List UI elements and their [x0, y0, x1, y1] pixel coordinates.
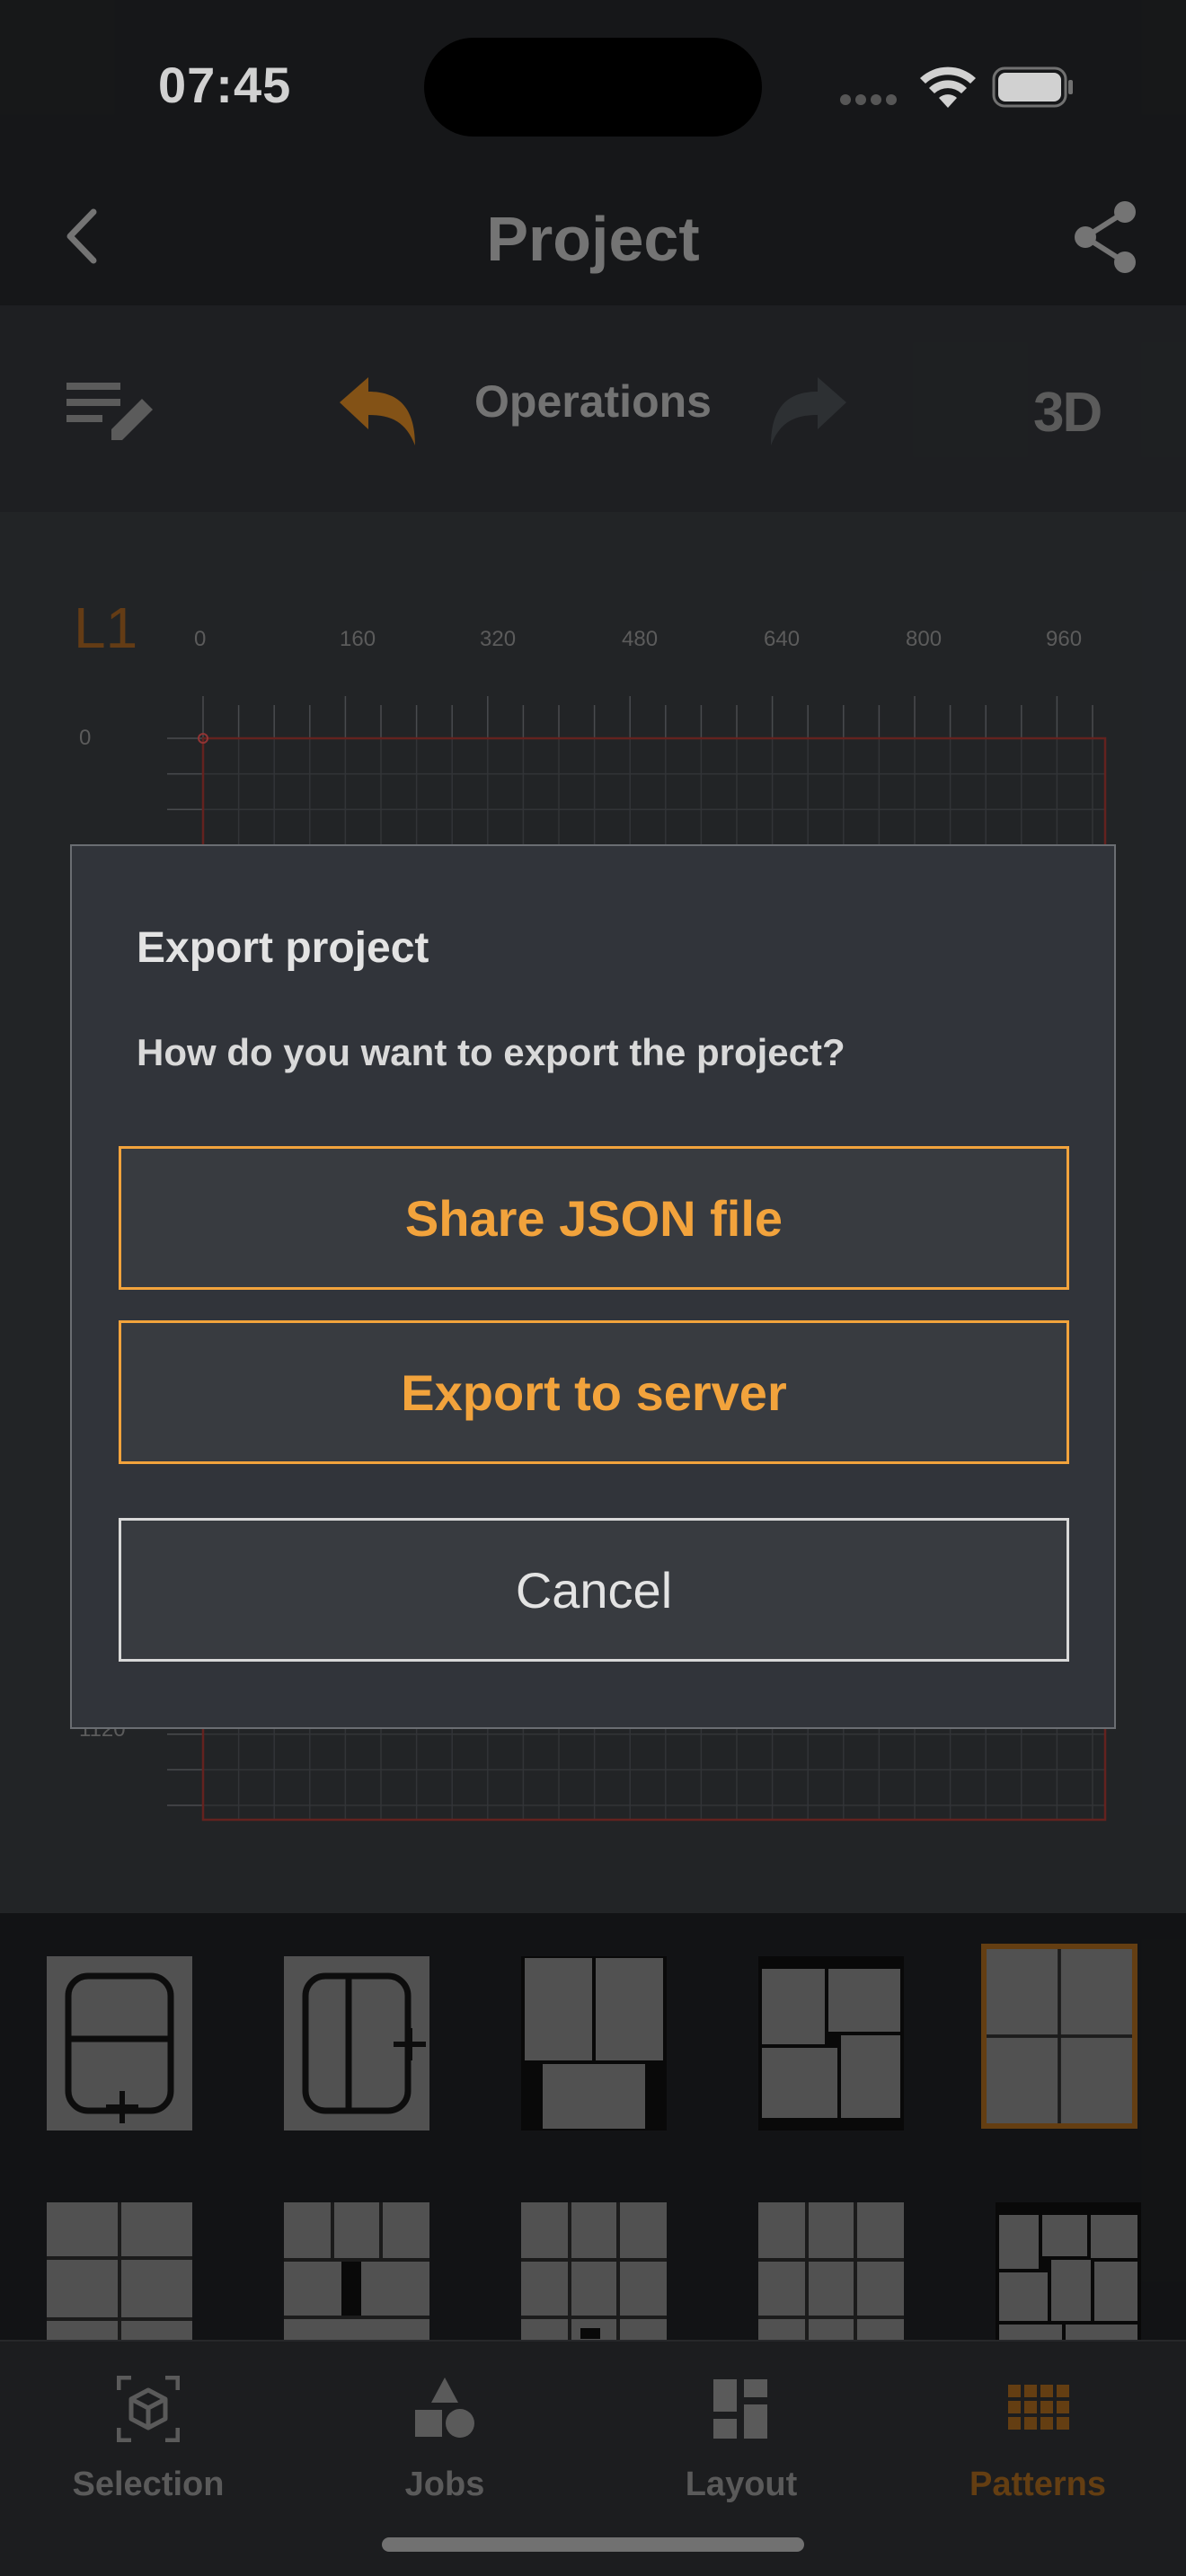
cancel-button[interactable]: Cancel — [119, 1518, 1069, 1662]
export-dialog: Export project How do you want to export… — [70, 844, 1116, 1729]
export-server-button[interactable]: Export to server — [119, 1320, 1069, 1464]
dialog-title: Export project — [137, 924, 429, 972]
share-json-button[interactable]: Share JSON file — [119, 1146, 1069, 1290]
dialog-message: How do you want to export the project? — [137, 1031, 845, 1073]
